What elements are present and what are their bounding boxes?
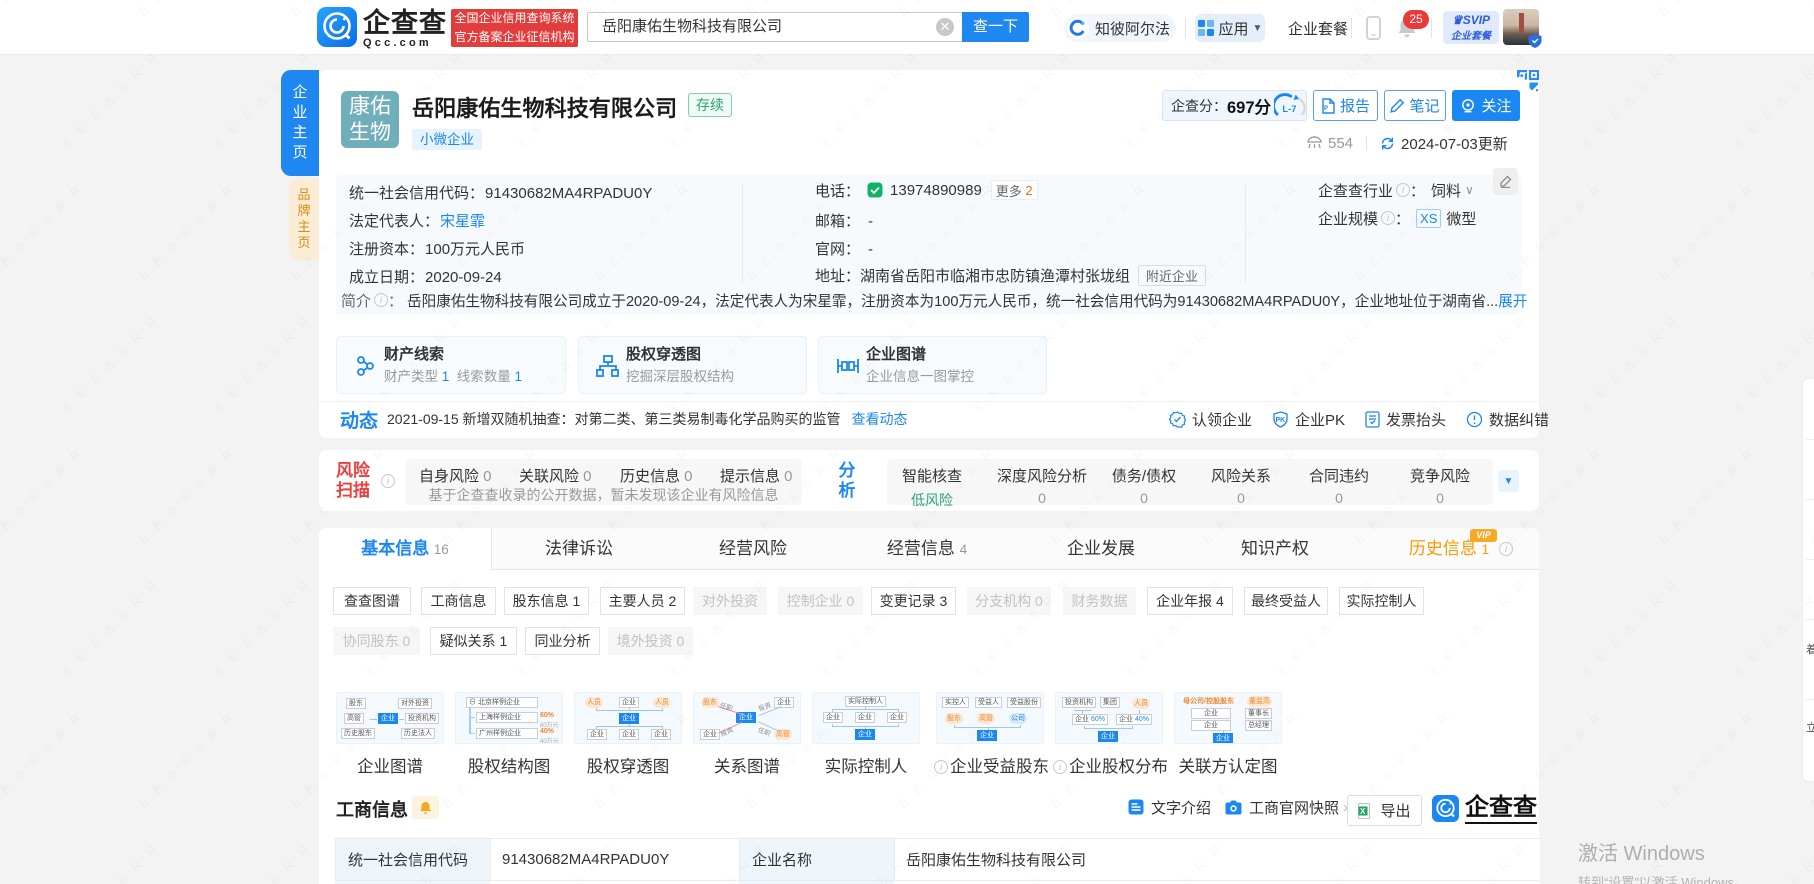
svg-text:P: P	[1324, 106, 1328, 112]
svg-text:L-7: L-7	[1282, 104, 1296, 114]
svg-text:X: X	[1360, 807, 1366, 816]
svg-text:PK: PK	[1276, 417, 1286, 424]
